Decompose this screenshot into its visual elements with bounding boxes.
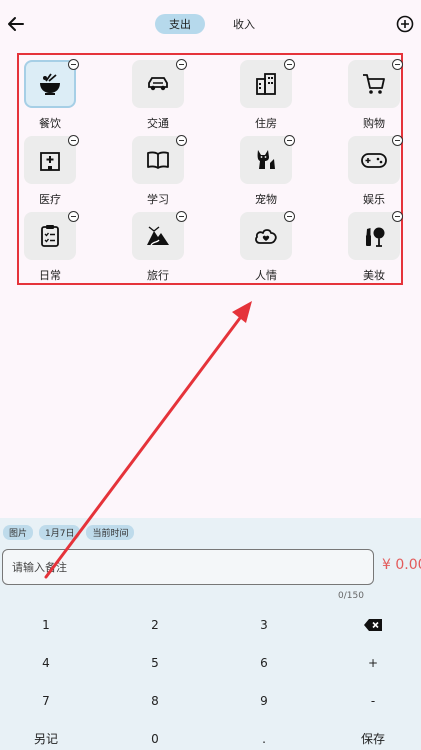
category-entertainment[interactable]: 娱乐 (348, 135, 404, 206)
tab-income[interactable]: 收入 (219, 14, 269, 34)
key-3[interactable]: 3 (219, 610, 309, 640)
plus-key[interactable]: + (328, 648, 418, 678)
entry-panel: 图片 1月7日 当前时间 请输入备注 ¥ 0.00 0/150 1 2 3 4 … (0, 518, 421, 750)
key-9[interactable]: 9 (219, 686, 309, 716)
category-pet[interactable]: 宠物 (240, 135, 296, 206)
remove-category-icon[interactable] (392, 135, 403, 146)
key-6[interactable]: 6 (219, 648, 309, 678)
category-food[interactable]: 餐饮 (24, 59, 80, 130)
remove-category-icon[interactable] (176, 135, 187, 146)
category-label: 交通 (147, 117, 169, 130)
amount-display: ¥ 0.00 (382, 557, 421, 573)
category-label: 日常 (39, 269, 61, 282)
key-7[interactable]: 7 (1, 686, 91, 716)
key-2[interactable]: 2 (110, 610, 200, 640)
plus-circle-icon (396, 15, 414, 33)
category-grid: 餐饮 交通 住房 购物 医疗 学习 宠物 娱乐 日常 旅行 人情 美妆 (17, 53, 403, 285)
record-again-key[interactable]: 另记 (1, 723, 91, 750)
category-label: 医疗 (39, 193, 61, 206)
category-label: 美妆 (363, 269, 385, 282)
category-housing[interactable]: 住房 (240, 59, 296, 130)
clipboard-icon (41, 225, 59, 247)
book-icon (147, 151, 169, 169)
tab-expense[interactable]: 支出 (155, 14, 205, 34)
entry-chips: 图片 1月7日 当前时间 (3, 525, 135, 540)
category-transport[interactable]: 交通 (132, 59, 188, 130)
key-5[interactable]: 5 (110, 648, 200, 678)
category-social[interactable]: 人情 (240, 211, 296, 282)
lipstick-mirror-icon (366, 227, 385, 247)
gamepad-icon (361, 153, 387, 168)
remove-category-icon[interactable] (176, 59, 187, 70)
arrow-left-icon (8, 17, 24, 31)
cloud-heart-icon (255, 229, 277, 244)
remove-category-icon[interactable] (176, 211, 187, 222)
category-study[interactable]: 学习 (132, 135, 188, 206)
remove-category-icon[interactable] (284, 59, 295, 70)
remove-category-icon[interactable] (284, 211, 295, 222)
remove-category-icon[interactable] (284, 135, 295, 146)
minus-key[interactable]: - (328, 686, 418, 716)
category-label: 人情 (255, 269, 277, 282)
remove-category-icon[interactable] (392, 211, 403, 222)
remove-category-icon[interactable] (68, 211, 79, 222)
note-char-counter: 0/150 (338, 591, 364, 601)
category-label: 购物 (363, 117, 385, 130)
category-label: 住房 (255, 117, 277, 130)
category-label: 学习 (147, 193, 169, 206)
landscape-icon (147, 226, 169, 246)
category-label: 宠物 (255, 193, 277, 206)
key-0[interactable]: 0 (110, 724, 200, 750)
type-tabs: 支出 收入 (155, 14, 269, 34)
category-label: 娱乐 (363, 193, 385, 206)
category-travel[interactable]: 旅行 (132, 211, 188, 282)
category-daily[interactable]: 日常 (24, 211, 80, 282)
car-icon (148, 77, 168, 91)
date-chip[interactable]: 1月7日 (39, 525, 81, 540)
save-key[interactable]: 保存 (328, 723, 418, 750)
hospital-icon (40, 152, 60, 171)
category-medical[interactable]: 医疗 (24, 135, 80, 206)
backspace-key[interactable] (328, 610, 418, 640)
key-1[interactable]: 1 (1, 610, 91, 640)
category-label: 旅行 (147, 269, 169, 282)
category-beauty[interactable]: 美妆 (348, 211, 404, 282)
back-button[interactable] (4, 12, 28, 36)
food-bowl-icon (40, 73, 60, 95)
key-4[interactable]: 4 (1, 648, 91, 678)
backspace-icon (364, 619, 382, 631)
key-8[interactable]: 8 (110, 686, 200, 716)
remove-category-icon[interactable] (68, 59, 79, 70)
remove-category-icon[interactable] (68, 135, 79, 146)
note-placeholder: 请输入备注 (12, 561, 67, 574)
decimal-key[interactable]: . (219, 724, 309, 750)
category-shopping[interactable]: 购物 (348, 59, 404, 130)
add-category-button[interactable] (393, 12, 417, 36)
category-label: 餐饮 (39, 117, 61, 130)
cat-icon (257, 150, 275, 169)
top-bar: 支出 收入 (0, 0, 421, 48)
time-chip[interactable]: 当前时间 (86, 525, 135, 540)
cart-icon (363, 74, 385, 94)
remove-category-icon[interactable] (392, 59, 403, 70)
building-icon (256, 73, 276, 95)
image-chip[interactable]: 图片 (3, 525, 34, 540)
note-input[interactable]: 请输入备注 (2, 549, 374, 585)
